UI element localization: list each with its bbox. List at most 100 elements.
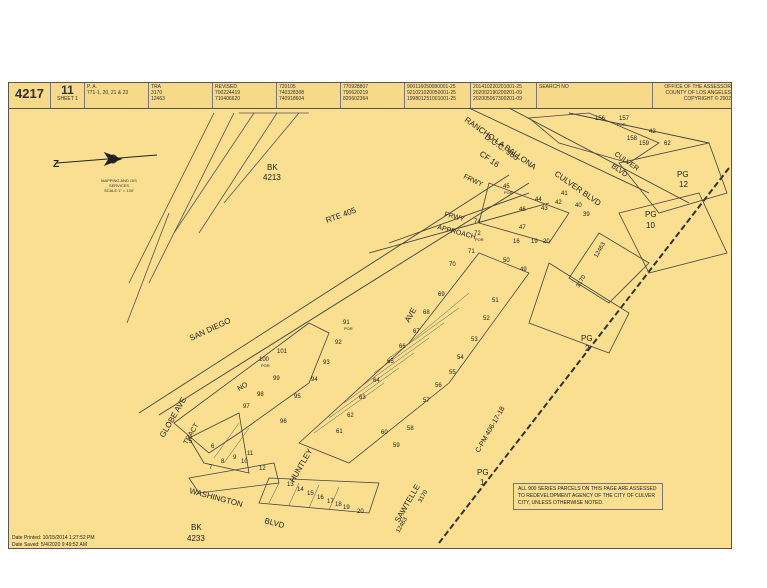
parcel-159: 159 [639,141,650,147]
parcel-41: 41 [561,191,568,197]
svg-text:Z: Z [53,159,59,170]
parcel-95: 95 [294,394,301,400]
parcel-101: 101 [277,349,288,355]
street-san-diego: SAN DIEGO [188,316,232,343]
parcel-53: 53 [471,337,478,343]
parcel-54: 54 [457,355,464,361]
parcel-52: 52 [483,316,490,322]
parcel-42: 42 [555,200,562,206]
pg1-label: PG [477,468,489,477]
parcel-47: 47 [519,225,526,231]
scale-line-3: SCALE 1" = 100' [104,188,134,193]
parcel-15: 15 [307,491,314,497]
street-washington: WASHINGTON [188,486,243,509]
redevelopment-notice: ALL 900 SERIES PARCELS ON THIS PAGE ARE … [513,483,663,510]
bk-top-number: 4213 [263,173,281,182]
por-label-2: POR [504,190,513,195]
street-frwy-top: FRWY [462,173,484,188]
parcel-74: 74 [474,219,481,225]
street-rte: RTE 405 [325,205,358,224]
street-cpm: C-PM 406-17-18 [475,406,507,454]
street-ave: AVE [403,306,419,324]
parcel-58: 58 [407,426,414,432]
pg2-label: PG [581,334,593,343]
parcel-55: 55 [449,370,456,376]
street-cf: CF 16 [478,149,501,169]
parcel-49: 49 [520,267,527,273]
parcel-65: 65 [387,359,394,365]
north-arrow-icon: Z [53,151,158,170]
parcel-42-top: 42 [649,129,656,135]
parcel-8: 8 [221,459,225,465]
por-label-1: POR [617,122,626,127]
parcel-16: 16 [317,495,324,501]
parcel-96: 96 [280,419,287,425]
parcel-19: 19 [343,505,350,511]
parcel-map: Z RANCHO LA BALLONA D.C.C. 965 CF 16 CUL… [53,107,730,544]
parcel-14: 14 [297,487,304,493]
parcel-40: 40 [575,203,582,209]
parcel-158: 158 [627,136,638,142]
parcel-10: 10 [241,459,248,465]
parcel-98: 98 [257,392,264,398]
parcel-20-upper: 20 [543,239,550,245]
parcel-56: 56 [435,383,442,389]
parcel-51: 51 [492,298,499,304]
parcel-156: 156 [595,116,606,122]
parcel-60: 60 [381,430,388,436]
bk-bottom-number: 4233 [187,534,205,543]
por-label-3: POR [475,237,484,242]
parcel-16-upper: 16 [513,239,520,245]
parcel-63: 63 [359,395,366,401]
parcel-71: 71 [468,249,475,255]
tra-code-1: 12463 [594,241,608,259]
parcel-blocks [173,112,728,514]
parcel-62: 62 [664,141,671,147]
pg10-label: PG [645,210,657,219]
scale-legend: MAPPING AND GIS SERVICES SCALE 1" = 100' [89,178,149,193]
lot-grid [213,292,470,511]
date-saved: Date Saved: 5/4/2020 9:49:52 AM [12,542,88,548]
parcel-69: 69 [438,292,445,298]
parcel-62: 62 [347,413,354,419]
parcel-11: 11 [247,451,254,457]
bk-top-label: BK [267,163,278,172]
parcel-13: 13 [287,482,294,488]
date-printed: Date Printed: 10/15/2014 1:27:52 PM [12,535,95,541]
pg12-label: PG [677,170,689,179]
parcel-43: 43 [541,206,548,212]
parcel-50: 50 [503,258,510,264]
por-label-4: POR [344,326,353,331]
parcel-93: 93 [323,360,330,366]
street-globe-ave: GLOBE AVE [158,396,188,439]
tra-code-2: 3170 [576,274,588,289]
parcel-99: 99 [273,376,280,382]
parcel-61: 61 [336,429,343,435]
freeway-lines [138,107,710,416]
parcel-17: 17 [327,499,334,505]
parcel-7: 7 [209,465,213,471]
parcel-92: 92 [335,340,342,346]
parcel-66: 66 [399,344,406,350]
pg10-number: 10 [646,221,655,230]
parcel-97: 97 [243,404,250,410]
parcel-94: 94 [311,377,318,383]
bk-bottom-label: BK [191,523,202,532]
street-blvd-bottom: BLVD [263,516,285,530]
parcel-20: 20 [357,509,364,515]
assessor-map-sheet: 4217 11 SHEET 1 P. A. 771-1, 20, 21 & 23… [8,82,732,549]
street-sawtelle: SAWTELLE [393,483,422,524]
parcel-18: 18 [335,502,342,508]
parcel-57: 57 [423,398,430,404]
parcel-19-upper: 19 [531,239,538,245]
lot-lines-upper [126,112,309,324]
street-labels: RANCHO LA BALLONA D.C.C. 965 CF 16 CULVE… [158,115,640,530]
parcel-68: 68 [423,310,430,316]
street-frwy-approach: FRWY [443,211,465,223]
pg2-number: 2 [585,344,590,353]
parcel-46: 46 [519,207,526,213]
parcel-70: 70 [449,262,456,268]
pg1-number: 1 [480,478,485,487]
parcel-64: 64 [373,378,380,384]
parcel-9: 9 [233,455,237,461]
